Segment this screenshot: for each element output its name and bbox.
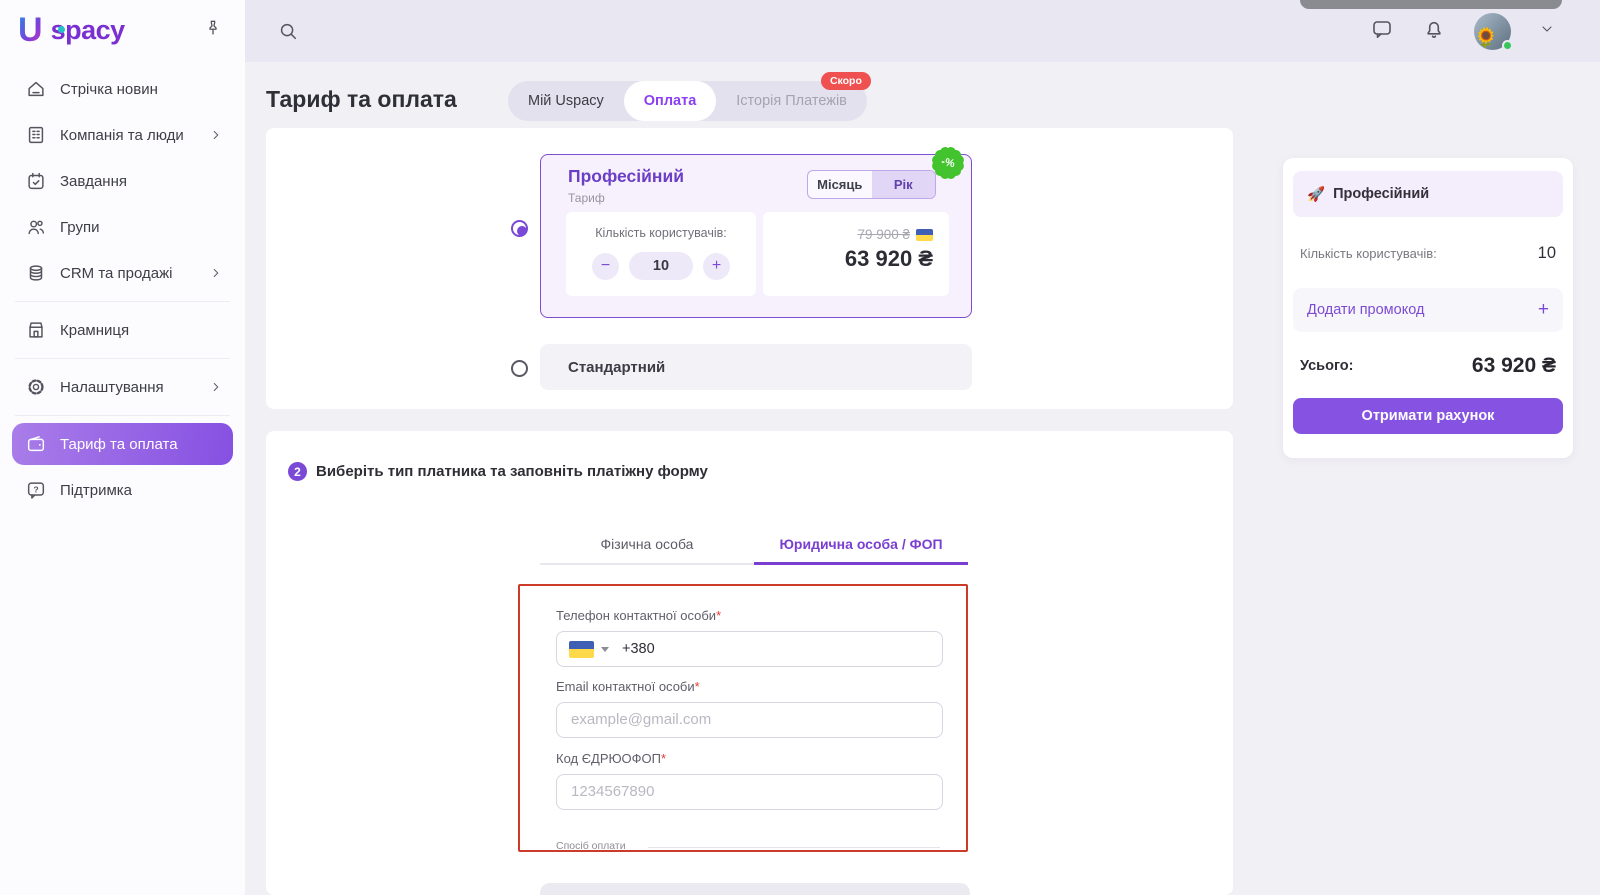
summary-users-value: 10 [1537, 244, 1556, 262]
phone-field-label: Телефон контактної особи* [556, 608, 722, 623]
sidebar-item-settings[interactable]: Налаштування [12, 366, 233, 408]
get-invoice-button[interactable]: Отримати рахунок [1293, 398, 1563, 434]
logo-dot [58, 26, 65, 33]
toggle-year[interactable]: Рік [871, 171, 935, 198]
page-title: Тариф та оплата [266, 86, 457, 112]
tab-legal-entity[interactable]: Юридична особа / ФОП [754, 536, 968, 562]
payer-section-title: Виберіть тип платника та заповніть платі… [316, 463, 708, 480]
sidebar-divider [15, 415, 230, 416]
standard-plan-row[interactable]: Стандартний [540, 344, 972, 390]
decrease-users-button[interactable]: − [592, 252, 619, 280]
chevron-right-icon [213, 269, 219, 277]
add-promocode-label: Додати промокод [1307, 302, 1425, 318]
plus-icon: + [1537, 299, 1549, 320]
summary-plan-banner: 🚀 Професійний [1293, 171, 1563, 217]
online-status-dot [1502, 39, 1513, 51]
order-summary-card: 🚀 Професійний Кількість користувачів: 10… [1283, 158, 1573, 458]
discount-badge-icon: -% [930, 145, 966, 181]
summary-users-row: Кількість користувачів: 10 [1293, 244, 1563, 263]
sidebar-item-support[interactable]: ? Підтримка [12, 469, 233, 511]
screen-overlay-bar [1300, 0, 1562, 9]
plan-subtitle: Тариф [568, 191, 605, 205]
sidebar: U spacy Стрічка новин Компанія та люди З… [0, 0, 245, 895]
sidebar-item-tariff-payment[interactable]: Тариф та оплата [12, 423, 233, 465]
tab-underline-inactive [540, 563, 754, 565]
sidebar-pin-icon[interactable] [203, 18, 223, 43]
standard-plan-label: Стандартний [568, 358, 666, 376]
flag-dropdown-caret-icon[interactable] [601, 646, 609, 652]
current-price: 63 920 ₴ [844, 246, 933, 271]
billing-period-toggle: Місяць Рік [807, 170, 936, 199]
summary-users-label: Кількість користувачів: [1300, 246, 1437, 261]
svg-text:?: ? [33, 484, 38, 494]
plan-name: Професійний [568, 166, 684, 186]
phone-input[interactable] [622, 641, 930, 657]
chevron-right-icon [213, 383, 219, 391]
email-input[interactable] [556, 702, 943, 738]
tab-my-uspacy[interactable]: Мій Uspacy [508, 81, 624, 121]
price-box: 79 900 ₴ 63 920 ₴ [763, 212, 949, 296]
radio-standard-plan[interactable] [511, 360, 528, 377]
toggle-month[interactable]: Місяць [808, 171, 872, 198]
search-icon[interactable] [277, 20, 299, 47]
total-value: 63 920 ₴ [1471, 354, 1556, 377]
sidebar-item-company-people[interactable]: Компанія та люди [12, 114, 233, 156]
payment-method-label: Спосіб оплати [556, 840, 626, 852]
edrpou-input[interactable] [556, 774, 943, 810]
uspacy-logo[interactable]: U spacy [18, 10, 125, 50]
tab-individual[interactable]: Фізична особа [540, 536, 754, 562]
phone-field [556, 631, 943, 667]
phone-country-flag-icon[interactable] [569, 640, 594, 658]
total-label: Усього: [1300, 358, 1354, 374]
add-promocode-row[interactable]: Додати промокод + [1293, 288, 1563, 332]
rocket-icon: 🚀 [1307, 186, 1326, 203]
sidebar-divider [15, 301, 230, 302]
summary-total-row: Усього: 63 920 ₴ [1293, 354, 1563, 378]
sidebar-item-marketplace[interactable]: Крамниця [12, 309, 233, 351]
radio-professional-plan[interactable] [511, 220, 528, 237]
users-count-label: Кількість користувачів: [595, 226, 727, 240]
edrpou-field-label: Код ЄДРЮОФОП* [556, 751, 667, 766]
sidebar-item-tasks[interactable]: Завдання [12, 160, 233, 202]
logo-u-mark: U [18, 11, 43, 49]
ukraine-flag-icon [916, 228, 933, 241]
payment-method-divider [648, 847, 940, 848]
old-price: 79 900 ₴ [857, 227, 910, 242]
sidebar-item-newsfeed[interactable]: Стрічка новин [12, 68, 233, 110]
page-tabs: Мій Uspacy Оплата Історія Платежів Скоро [508, 72, 871, 121]
increase-users-button[interactable]: + [703, 252, 730, 280]
email-field-label: Email контактної особи* [556, 679, 700, 694]
sidebar-item-groups[interactable]: Групи [12, 206, 233, 248]
tab-payment[interactable]: Оплата [623, 81, 717, 121]
users-count-box: Кількість користувачів: − 10 + [566, 212, 756, 296]
sidebar-divider [15, 358, 230, 359]
topbar: 🌻 [245, 0, 1600, 62]
tab-underline-active [754, 562, 968, 565]
users-count-value: 10 [629, 252, 693, 280]
step-number-badge: 2 [288, 462, 307, 481]
tab-payment-history[interactable]: Історія Платежів Скоро [716, 72, 871, 121]
soon-badge: Скоро [820, 72, 871, 90]
sidebar-item-crm[interactable]: CRM та продажі [12, 252, 233, 294]
users-stepper: − 10 + [566, 252, 756, 280]
payment-method-option-partial [540, 883, 970, 895]
user-avatar[interactable]: 🌻 [1474, 12, 1513, 51]
chat-icon[interactable] [1370, 17, 1394, 46]
summary-plan-name: Професійний [1333, 186, 1430, 202]
profile-chevron-down-icon[interactable] [1539, 21, 1555, 42]
chevron-right-icon [213, 131, 219, 139]
uspacy-app: 🌻 U spacy Стрічка новин Компанія та люди… [0, 0, 1600, 895]
notifications-bell-icon[interactable] [1422, 17, 1446, 46]
professional-plan-card[interactable]: Професійний Тариф Місяць Рік -% Кількіст… [540, 145, 972, 318]
